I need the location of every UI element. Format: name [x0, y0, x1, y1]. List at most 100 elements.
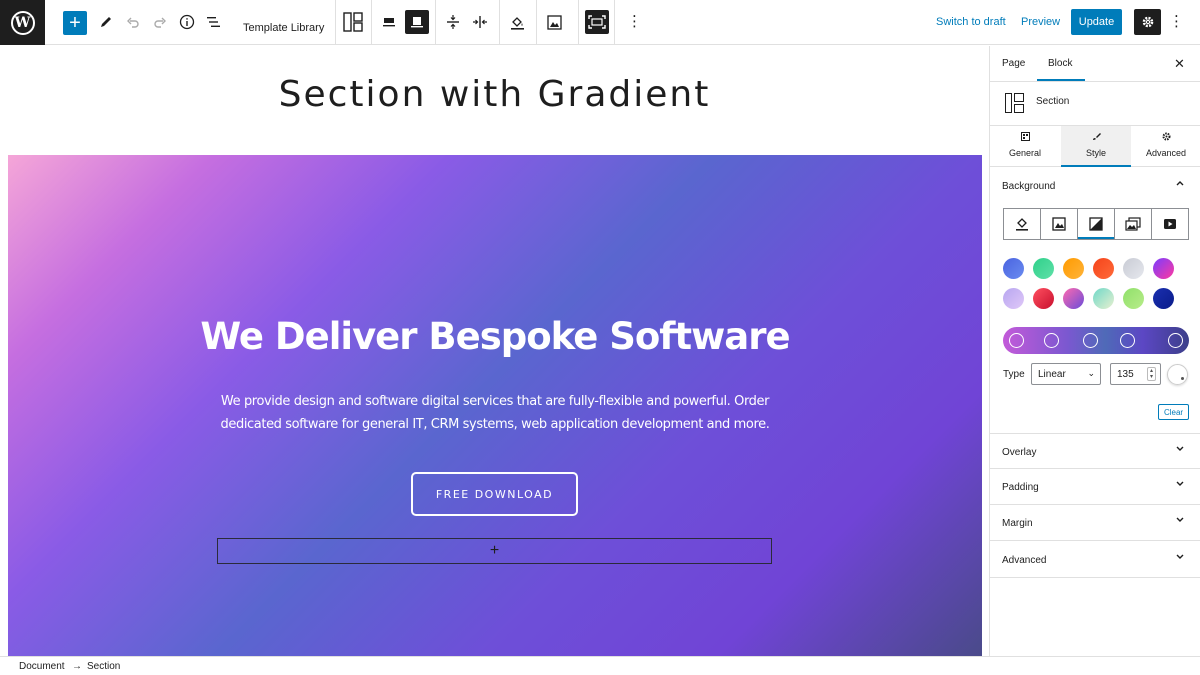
padding-panel-toggle[interactable]: Padding: [990, 469, 1200, 505]
full-width-button[interactable]: [405, 10, 429, 34]
gradient-preset-swatch[interactable]: [1033, 288, 1054, 309]
gradient-icon: [1089, 217, 1103, 231]
horizontal-align-button[interactable]: [469, 10, 491, 34]
hero-heading[interactable]: We Deliver Bespoke Software: [8, 315, 982, 358]
gradient-preset-swatch[interactable]: [1033, 258, 1054, 279]
page-title[interactable]: Section with Gradient: [0, 74, 989, 115]
gradient-stop-handle[interactable]: [1168, 333, 1183, 348]
horizontal-align-icon: [473, 16, 487, 28]
close-icon: ✕: [1174, 56, 1185, 71]
gradient-preset-swatch[interactable]: [1123, 258, 1144, 279]
gradient-preset-swatch[interactable]: [1003, 258, 1024, 279]
background-panel-toggle[interactable]: Background: [990, 168, 1200, 204]
background-image-button[interactable]: [543, 10, 565, 34]
settings-gear-icon: [1142, 16, 1153, 28]
tab-page[interactable]: Page: [1002, 58, 1025, 69]
angle-dot-icon: [1181, 377, 1184, 380]
bg-type-color[interactable]: [1004, 209, 1041, 239]
bg-type-video[interactable]: [1152, 209, 1188, 239]
gradient-preset-swatch[interactable]: [1003, 288, 1024, 309]
gradient-stop-handle[interactable]: [1044, 333, 1059, 348]
angle-picker-dial[interactable]: [1167, 364, 1188, 385]
fullscreen-icon: [588, 15, 606, 29]
gradient-stop-handle[interactable]: [1120, 333, 1135, 348]
redo-button[interactable]: [149, 10, 171, 34]
spinner-icon[interactable]: ▴ ▾: [1147, 367, 1156, 381]
gradient-type-select[interactable]: Linear ⌄: [1031, 363, 1101, 385]
gallery-icon: [1125, 217, 1141, 231]
gradient-preset-swatch[interactable]: [1093, 258, 1114, 279]
fullscreen-button[interactable]: [585, 10, 609, 34]
edit-tools-button[interactable]: [95, 10, 117, 34]
margin-panel-toggle[interactable]: Margin: [990, 505, 1200, 541]
tab-block[interactable]: Block: [1048, 58, 1072, 69]
chevron-down-icon: [1175, 479, 1185, 492]
block-more-options-button[interactable]: ⋮: [627, 12, 642, 30]
overlay-panel-toggle[interactable]: Overlay: [990, 433, 1200, 469]
gradient-section-block[interactable]: We Deliver Bespoke Software We provide d…: [8, 155, 982, 656]
full-width-icon: [411, 17, 423, 28]
breadcrumb: Document → Section: [0, 656, 1200, 675]
background-type-selector: [1003, 208, 1189, 240]
plus-icon: +: [489, 542, 500, 559]
gradient-preset-swatch[interactable]: [1063, 258, 1084, 279]
close-sidebar-button[interactable]: ✕: [1174, 56, 1185, 72]
list-view-icon: [207, 17, 220, 27]
overlay-panel-label: Overlay: [1002, 447, 1037, 458]
tab-advanced[interactable]: Advanced: [1131, 126, 1200, 167]
hero-paragraph[interactable]: We provide design and software digital s…: [220, 390, 770, 436]
settings-button[interactable]: [1134, 9, 1161, 35]
update-button[interactable]: Update: [1071, 9, 1122, 35]
clear-gradient-button[interactable]: Clear: [1158, 404, 1189, 420]
tab-general[interactable]: General: [990, 126, 1060, 167]
tab-advanced-label: Advanced: [1145, 148, 1187, 158]
gradient-bar[interactable]: [1003, 327, 1189, 354]
advanced-panel-toggle[interactable]: Advanced: [990, 542, 1200, 578]
bg-type-image[interactable]: [1041, 209, 1078, 239]
tab-general-label: General: [1008, 148, 1042, 158]
options-more-button[interactable]: ⋮: [1169, 12, 1184, 30]
align-button[interactable]: [378, 10, 400, 34]
tab-style[interactable]: Style: [1061, 126, 1131, 167]
gradient-preset-swatch[interactable]: [1123, 288, 1144, 309]
paint-bucket-icon: [1016, 218, 1028, 231]
undo-button[interactable]: [122, 10, 144, 34]
vertical-align-icon: [447, 15, 459, 29]
list-view-button[interactable]: [203, 10, 225, 34]
background-color-button[interactable]: [506, 10, 528, 34]
active-tab-indicator: [1037, 79, 1085, 81]
inspector-tabs: General Style Advanced: [990, 125, 1200, 167]
vertical-align-button[interactable]: [442, 10, 464, 34]
details-button[interactable]: [176, 10, 198, 34]
bg-type-gallery[interactable]: [1115, 209, 1152, 239]
gradient-stop-handle[interactable]: [1009, 333, 1024, 348]
switch-to-draft-link[interactable]: Switch to draft: [936, 16, 1006, 28]
gradient-angle-value: 135: [1117, 369, 1134, 380]
gradient-stop-handle[interactable]: [1083, 333, 1098, 348]
add-block-button[interactable]: +: [63, 11, 87, 35]
chevron-down-icon: [1175, 552, 1185, 565]
gradient-preset-swatch[interactable]: [1153, 258, 1174, 279]
bg-type-gradient[interactable]: [1078, 209, 1115, 239]
video-icon: [1164, 219, 1176, 229]
breadcrumb-document[interactable]: Document: [19, 661, 65, 672]
background-panel-label: Background: [1002, 181, 1056, 192]
gradient-preset-swatch[interactable]: [1093, 288, 1114, 309]
block-type-button[interactable]: [342, 10, 364, 34]
template-library-button[interactable]: Template Library: [243, 16, 324, 40]
gradient-preset-swatch[interactable]: [1063, 288, 1084, 309]
block-appender-button[interactable]: +: [217, 538, 772, 564]
tab-style-label: Style: [1085, 148, 1106, 158]
preview-link[interactable]: Preview: [1021, 16, 1060, 28]
block-card: Section: [990, 82, 1200, 124]
align-icon: [383, 18, 395, 27]
wordpress-logo-button[interactable]: W: [0, 0, 45, 45]
free-download-button[interactable]: FREE DOWNLOAD: [411, 472, 578, 516]
wordpress-logo-icon: W: [10, 10, 35, 35]
chevron-down-icon: [1175, 515, 1185, 528]
general-icon: [990, 132, 1060, 144]
breadcrumb-section[interactable]: Section: [87, 661, 120, 672]
gradient-angle-input[interactable]: 135 ▴ ▾: [1110, 363, 1161, 385]
brush-icon: [1061, 132, 1131, 144]
gradient-preset-swatch[interactable]: [1153, 288, 1174, 309]
